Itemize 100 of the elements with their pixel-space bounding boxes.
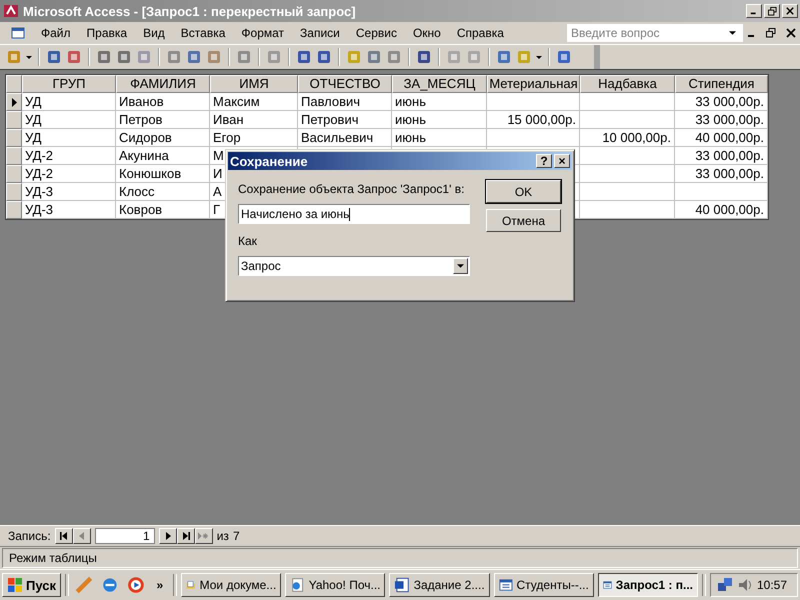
type-label: Как [238, 234, 258, 248]
close-button[interactable] [782, 4, 798, 18]
menu-item[interactable]: Файл [34, 26, 80, 40]
menu-item[interactable]: Правка [80, 26, 136, 40]
save-icon[interactable] [46, 49, 62, 65]
menu-item[interactable]: Записи [293, 26, 349, 40]
record-label: Запись: [8, 529, 51, 543]
column-header[interactable]: Стипендия [675, 75, 768, 93]
taskbar-button[interactable]: Задание 2.... [389, 573, 490, 597]
help-search-field[interactable]: Введите вопрос [567, 24, 743, 42]
table-cell: 40 000,00р. [675, 201, 768, 219]
column-header[interactable]: ОТЧЕСТВО [298, 75, 392, 93]
column-header[interactable]: ИМЯ [210, 75, 298, 93]
caret-icon[interactable] [26, 56, 32, 58]
speaker-icon[interactable] [736, 577, 753, 593]
last-record-button[interactable] [176, 528, 195, 544]
table-cell: УД-2 [22, 165, 116, 183]
select-all-cell[interactable] [6, 75, 22, 93]
column-header[interactable]: ЗА_МЕСЯЦ [392, 75, 487, 93]
table-cell: УД-3 [22, 183, 116, 201]
caret-icon[interactable] [536, 56, 542, 58]
restore-icon[interactable] [766, 28, 776, 38]
taskbar-button[interactable]: Запрос1 : п... [598, 573, 698, 597]
undo-icon[interactable] [236, 49, 252, 65]
row-selector[interactable] [6, 93, 22, 111]
document-icon [10, 25, 26, 41]
close-icon[interactable] [786, 28, 796, 38]
table-cell: 40 000,00р. [675, 129, 768, 147]
previous-record-button[interactable] [72, 528, 91, 544]
restore-icon [768, 6, 776, 16]
taskbar-button[interactable]: Мои докуме... [181, 573, 282, 597]
browser-icon[interactable] [100, 576, 119, 594]
table-cell: Максим [210, 93, 298, 111]
type-dropdown[interactable]: Запрос [238, 256, 470, 276]
media-player-icon[interactable] [126, 576, 144, 594]
cut-icon[interactable] [166, 49, 182, 65]
filter-icon[interactable] [386, 49, 402, 65]
filter-form-icon[interactable] [366, 49, 382, 65]
table-cell: 33 000,00р. [675, 165, 768, 183]
table-cell: УД [22, 111, 116, 129]
more-button[interactable]: » [150, 578, 170, 592]
word-document-icon [394, 577, 410, 593]
help-icon[interactable] [556, 49, 572, 65]
database-window-icon[interactable] [496, 49, 512, 65]
table-cell: июнь [392, 111, 487, 129]
restore-button[interactable] [764, 4, 780, 18]
menu-item[interactable]: Вид [136, 26, 174, 40]
taskbar-button[interactable]: Студенты--... [494, 573, 594, 597]
menu-item[interactable]: Справка [450, 26, 513, 40]
close-icon [786, 7, 794, 15]
minimize-button[interactable] [746, 4, 762, 18]
new-record-icon [198, 532, 210, 540]
network-icon[interactable] [716, 577, 733, 593]
table-cell: УД [22, 93, 116, 111]
next-record-button[interactable] [158, 528, 177, 544]
column-header[interactable]: ГРУП [22, 75, 116, 93]
table-cell: 15 000,00р. [487, 111, 580, 129]
help-button[interactable]: ? [536, 154, 552, 168]
table-cell: Клосс [116, 183, 210, 201]
table-cell: Егор [210, 129, 298, 147]
current-record-icon [12, 98, 16, 106]
column-header[interactable]: ФАМИЛИЯ [116, 75, 210, 93]
table-cell: 33 000,00р. [675, 147, 768, 165]
search-file-icon[interactable] [66, 49, 82, 65]
column-header[interactable]: Метериальная [487, 75, 580, 93]
copy-icon[interactable] [186, 49, 202, 65]
record-number-field[interactable]: 1 [94, 528, 155, 544]
clock: 10:57 [756, 578, 788, 592]
close-button[interactable]: × [554, 154, 570, 168]
cancel-button[interactable]: Отмена [486, 209, 561, 232]
table-cell: Акунина [116, 147, 210, 165]
start-button[interactable]: Пуск [2, 573, 61, 597]
name-field[interactable]: Начислено за июнь [238, 204, 470, 224]
table-cell: июнь [392, 93, 487, 111]
taskbar-button[interactable]: Yahoo! Поч... [285, 573, 386, 597]
dropdown-icon [457, 264, 464, 268]
menu-item[interactable]: Окно [406, 26, 450, 40]
table-cell: УД-2 [22, 147, 116, 165]
table-cell: 33 000,00р. [675, 111, 768, 129]
print-icon[interactable] [96, 49, 112, 65]
menu-item[interactable]: Вставка [174, 26, 234, 40]
find-icon[interactable] [416, 49, 432, 65]
record-of-label: из [216, 529, 229, 543]
window-icon [498, 577, 512, 593]
ok-button[interactable]: OK [486, 180, 561, 203]
print-preview-icon[interactable] [116, 49, 132, 65]
previous-icon [78, 532, 86, 540]
column-header[interactable]: Надбавка [580, 75, 675, 93]
table-cell: Васильевич [298, 129, 392, 147]
menu-item[interactable]: Формат [234, 26, 294, 40]
menu-item[interactable]: Сервис [348, 26, 406, 40]
table-cell: Петров [116, 111, 210, 129]
first-record-button[interactable] [54, 528, 73, 544]
sort-ascending-icon[interactable] [296, 49, 312, 65]
first-icon [60, 532, 68, 540]
paste-icon[interactable] [206, 49, 222, 65]
windows-logo-icon [7, 577, 23, 593]
table-cell: Петрович [298, 111, 392, 129]
sort-descending-icon[interactable] [316, 49, 332, 65]
new-record-button[interactable] [194, 528, 213, 544]
